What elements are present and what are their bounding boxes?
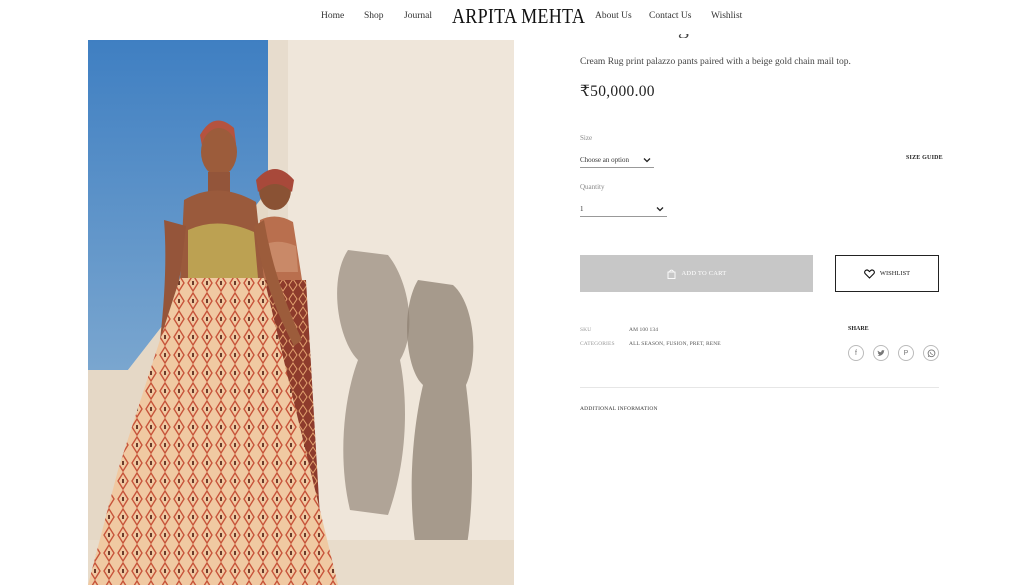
heart-icon	[863, 268, 875, 279]
add-to-cart-label: ADD TO CART	[681, 270, 727, 277]
wishlist-label: WISHLIST	[879, 270, 911, 277]
chevron-down-icon	[643, 158, 651, 163]
quantity-label: Quantity	[580, 183, 605, 191]
chevron-down-icon	[656, 207, 664, 212]
product-price: ₹50,000.00	[580, 83, 655, 100]
categories-label: CATEGORIES	[580, 341, 615, 347]
whatsapp-icon[interactable]	[923, 345, 939, 361]
quantity-select[interactable]: 1	[580, 202, 667, 217]
sku-value: AM 100 134	[629, 327, 659, 333]
nav-wishlist-link[interactable]: Wishlist	[711, 11, 742, 21]
nav-home-link[interactable]: Home	[321, 11, 344, 21]
site-header: Home Shop Journal ARPITA MEHTA About Us …	[0, 0, 1024, 34]
pinterest-icon[interactable]: P	[898, 345, 914, 361]
product-photo[interactable]	[88, 40, 514, 585]
size-label: Size	[580, 134, 593, 142]
wishlist-button[interactable]: WISHLIST	[835, 255, 939, 292]
nav-contact-link[interactable]: Contact Us	[649, 11, 691, 21]
add-to-cart-button[interactable]: ADD TO CART	[580, 255, 813, 292]
sku-label: SKU	[580, 327, 592, 333]
facebook-icon[interactable]: f	[848, 345, 864, 361]
shopping-bag-icon	[667, 269, 675, 279]
section-divider	[580, 387, 939, 388]
brand-logo[interactable]: ARPITA MEHTA	[452, 4, 585, 29]
quantity-select-value: 1	[580, 205, 584, 213]
additional-information-tab[interactable]: ADDITIONAL INFORMATION	[580, 406, 658, 412]
nav-about-link[interactable]: About Us	[595, 11, 632, 21]
nav-journal-link[interactable]: Journal	[404, 11, 432, 21]
categories-value[interactable]: ALL SEASON, FUSION, PRET, RENE	[629, 341, 721, 347]
twitter-icon[interactable]	[873, 345, 889, 361]
size-select[interactable]: Choose an option	[580, 153, 654, 168]
size-select-value: Choose an option	[580, 156, 629, 164]
nav-shop-link[interactable]: Shop	[364, 11, 384, 21]
product-description: Cream Rug print palazzo pants paired wit…	[580, 57, 851, 67]
size-guide-link[interactable]: SIZE GUIDE	[906, 155, 943, 161]
share-label: SHARE	[848, 326, 869, 332]
